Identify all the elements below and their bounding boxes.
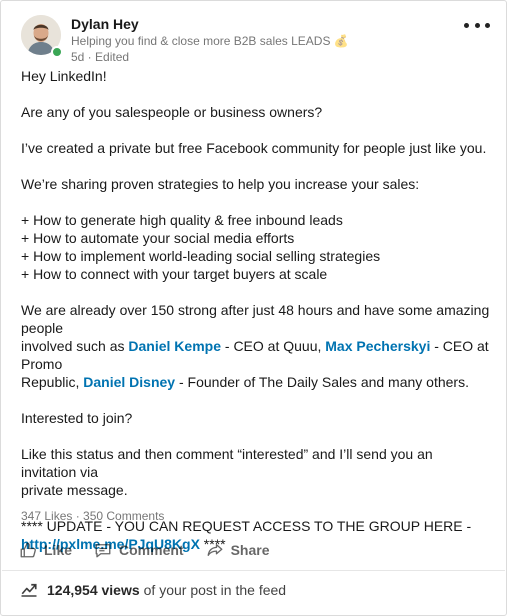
online-status-dot	[51, 46, 63, 58]
post-cta: Like this status and then comment “inter…	[21, 446, 433, 480]
post-question: Are any of you salespeople or business o…	[21, 104, 323, 120]
bullet-item: + How to implement world-leading social …	[21, 248, 381, 264]
post-interested: Interested to join?	[21, 410, 133, 426]
share-button[interactable]: Share	[206, 541, 270, 559]
post-sharing: We’re sharing proven strategies to help …	[21, 176, 420, 192]
bullet-item: + How to generate high quality & free in…	[21, 212, 343, 228]
post-meta: 5d · Edited	[71, 50, 130, 64]
bullet-item: + How to connect with your target buyers…	[21, 266, 328, 282]
comment-button[interactable]: Comment	[94, 541, 184, 559]
mention-daniel-disney[interactable]: Daniel Disney	[83, 374, 175, 390]
like-button[interactable]: Like	[19, 541, 72, 559]
like-label: Like	[44, 542, 73, 558]
trending-up-icon	[21, 583, 37, 597]
views-count: 124,954 views	[47, 582, 140, 598]
bullet-item: + How to automate your social media effo…	[21, 230, 295, 246]
comment-icon	[95, 544, 111, 558]
mention-daniel-kempe[interactable]: Daniel Kempe	[128, 338, 221, 354]
share-label: Share	[230, 542, 270, 558]
post-card: Dylan Hey Helping you find & close more …	[0, 0, 507, 616]
money-bag-icon: 💰	[333, 34, 349, 48]
mention-max-pecherskyi[interactable]: Max Pecherskyi	[325, 338, 430, 354]
headline-text: Helping you find & close more B2B sales …	[71, 34, 331, 48]
post-strong-line: We are already over 150 strong after jus…	[21, 302, 490, 336]
social-counts[interactable]: 347 Likes · 350 Comments	[21, 509, 164, 523]
post-header: Dylan Hey Helping you find & close more …	[21, 15, 496, 65]
post-cta: private message.	[21, 482, 128, 498]
thumbs-up-icon	[20, 542, 36, 558]
comment-label: Comment	[119, 542, 184, 558]
author-name[interactable]: Dylan Hey	[71, 16, 139, 32]
post-created: I’ve created a private but free Facebook…	[21, 140, 487, 156]
share-icon	[207, 544, 223, 556]
views-suffix: of your post in the feed	[143, 582, 287, 598]
post-body: Hey LinkedIn! Are any of you salespeople…	[21, 67, 491, 553]
more-options-icon[interactable]	[464, 17, 490, 33]
post-mentions-line: Republic, Daniel Disney - Founder of The…	[21, 374, 469, 390]
post-views[interactable]: 124,954 views of your post in the feed	[19, 581, 286, 599]
post-mentions-line: involved such as Daniel Kempe - CEO at Q…	[21, 338, 489, 372]
author-headline: Helping you find & close more B2B sales …	[71, 34, 349, 48]
divider	[2, 570, 505, 571]
social-actions: Like Comment Share	[19, 539, 292, 561]
post-greeting: Hey LinkedIn!	[21, 68, 107, 84]
